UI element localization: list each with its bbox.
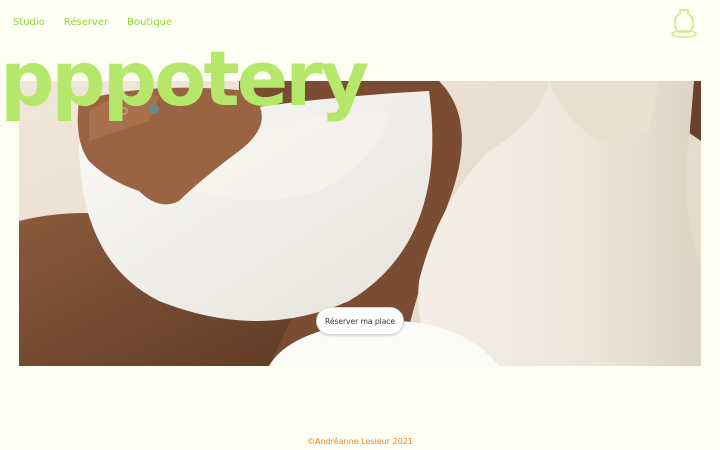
vase-icon[interactable] [669,4,699,40]
brand-wordmark: pppotery [0,34,369,123]
footer-copyright: ©Andréanne Lesieur 2021 [307,437,413,446]
nav-item-boutique[interactable]: Boutique [127,17,172,28]
main-nav: Studio Réserver Boutique [13,17,172,28]
nav-item-studio[interactable]: Studio [13,17,45,28]
nav-item-reserver[interactable]: Réserver [64,17,108,28]
reserve-spot-button[interactable]: Réserver ma place [316,307,404,335]
